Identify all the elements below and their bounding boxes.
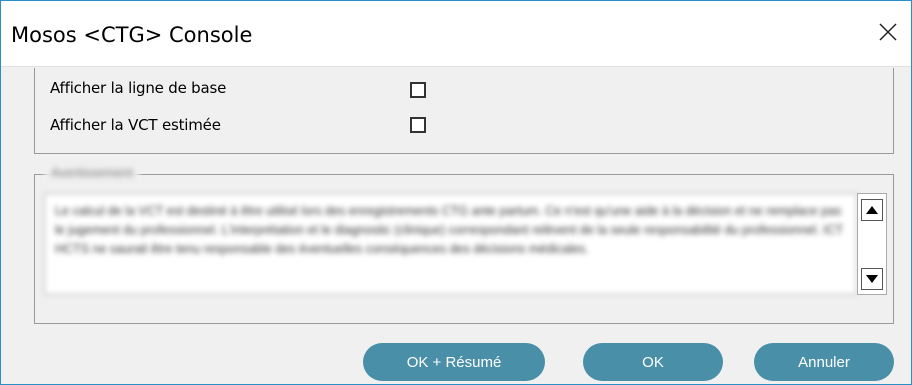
scroll-down-button[interactable] [861,268,883,290]
disclaimer-group: Avertissement Le calcul de la VCT est de… [34,165,894,324]
vct-checkbox[interactable] [410,117,426,133]
disclaimer-textarea[interactable]: Le calcul de la VCT est destiné à être u… [44,193,857,295]
console-dialog: Mosos <CTG> Console Afficher la ligne de… [0,0,912,385]
arrow-up-icon [866,201,878,219]
ok-button[interactable]: OK [583,343,723,381]
close-icon [878,22,898,47]
ok-summary-button[interactable]: OK + Résumé [363,343,545,381]
baseline-label: Afficher la ligne de base [50,79,227,97]
scroll-up-button[interactable] [861,199,883,221]
cancel-button[interactable]: Annuler [754,343,894,381]
baseline-checkbox[interactable] [410,82,426,98]
arrow-down-icon [866,270,878,288]
vct-label: Afficher la VCT estimée [50,116,221,134]
window-title: Mosos <CTG> Console [11,23,253,47]
disclaimer-scrollbar[interactable] [857,193,887,295]
display-options-panel: Afficher la ligne de base Afficher la VC… [34,68,894,154]
close-button[interactable] [865,13,911,55]
disclaimer-legend: Avertissement [45,165,140,180]
title-bar[interactable]: Mosos <CTG> Console [1,1,911,67]
